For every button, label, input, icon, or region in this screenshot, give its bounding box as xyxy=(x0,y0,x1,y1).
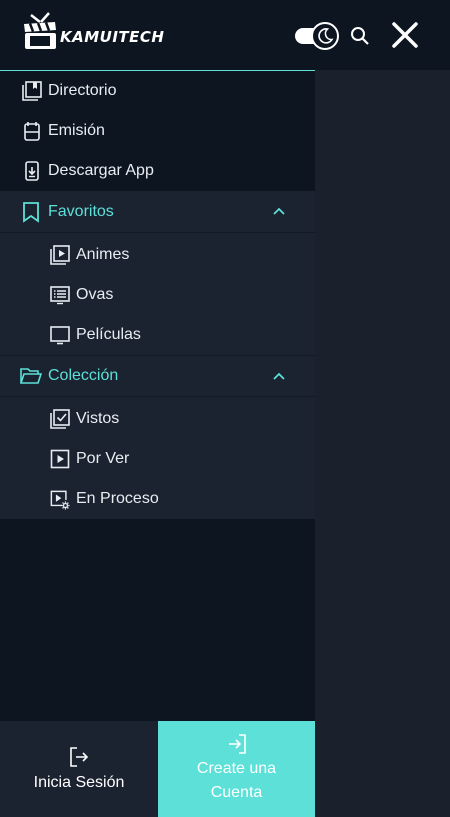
group-coleccion[interactable]: Colección xyxy=(0,355,315,397)
menu-item-directorio[interactable]: Directorio xyxy=(0,71,315,111)
folder-open-icon xyxy=(20,365,42,387)
submenu-item-label: Ovas xyxy=(76,286,114,303)
brand-name: KAMUITECH xyxy=(60,28,165,46)
chevron-up-icon[interactable] xyxy=(272,370,286,384)
register-button[interactable]: Create una Cuenta xyxy=(158,721,315,817)
play-stack-icon xyxy=(50,245,70,265)
submenu-item-label: Animes xyxy=(76,246,130,263)
logout-icon xyxy=(70,747,89,767)
moon-icon xyxy=(318,28,334,44)
submenu-item-vistos[interactable]: Vistos xyxy=(0,399,315,439)
coleccion-list: Vistos Por Ver En Proceso xyxy=(0,397,315,519)
search-icon xyxy=(351,27,369,45)
top-bar: KAMUITECH xyxy=(0,0,450,70)
close-menu-button[interactable] xyxy=(390,20,420,50)
toggle-knob xyxy=(311,22,339,50)
submenu-item-label: En Proceso xyxy=(76,490,159,507)
group-label: Colección xyxy=(48,367,119,384)
play-square-icon xyxy=(50,449,70,469)
sidebar-menu: Directorio Emisión Descargar App Favorit… xyxy=(0,70,315,817)
play-settings-icon xyxy=(50,489,70,510)
chevron-up-icon[interactable] xyxy=(272,205,286,219)
menu-item-label: Emisión xyxy=(48,122,105,139)
submenu-item-label: Por Ver xyxy=(76,450,130,467)
submenu-item-en-proceso[interactable]: En Proceso xyxy=(0,479,315,519)
login-button[interactable]: Inicia Sesión xyxy=(0,721,158,817)
menu-item-emision[interactable]: Emisión xyxy=(0,111,315,151)
favoritos-list: Animes Ovas Películas xyxy=(0,233,315,355)
phone-download-icon xyxy=(22,161,42,181)
register-label: Create una Cuenta xyxy=(196,760,277,801)
group-label: Favoritos xyxy=(48,202,114,220)
group-favoritos[interactable]: Favoritos xyxy=(0,191,315,233)
monitor-icon xyxy=(50,325,70,345)
submenu-item-ovas[interactable]: Ovas xyxy=(0,275,315,315)
submenu-item-por-ver[interactable]: Por Ver xyxy=(0,439,315,479)
logo[interactable]: KAMUITECH xyxy=(22,11,165,51)
book-icon xyxy=(22,81,42,101)
login-icon xyxy=(228,734,246,754)
tv-clapper-icon xyxy=(24,12,56,49)
search-button[interactable] xyxy=(350,26,370,46)
checkbox-stack-icon xyxy=(50,409,70,429)
submenu-item-label: Vistos xyxy=(76,410,120,427)
menu-item-label: Descargar App xyxy=(48,162,154,179)
bookmark-icon xyxy=(20,201,42,223)
auth-footer: Inicia Sesión Create una Cuenta xyxy=(0,721,315,817)
submenu-item-animes[interactable]: Animes xyxy=(0,235,315,275)
login-label: Inicia Sesión xyxy=(33,774,125,791)
submenu-item-peliculas[interactable]: Películas xyxy=(0,315,315,355)
menu-item-descargar-app[interactable]: Descargar App xyxy=(0,151,315,191)
theme-toggle[interactable] xyxy=(294,22,340,50)
list-screen-icon xyxy=(50,285,70,305)
calendar-icon xyxy=(22,121,42,141)
menu-item-label: Directorio xyxy=(48,82,117,99)
submenu-item-label: Películas xyxy=(76,326,141,343)
close-icon xyxy=(392,22,418,48)
